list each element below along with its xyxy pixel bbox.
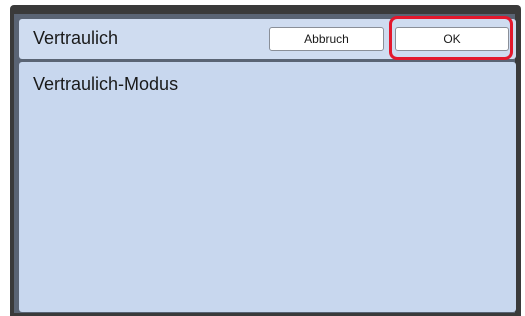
content-panel: Vertraulich-Modus [19, 62, 516, 312]
cancel-button[interactable]: Abbruch [269, 27, 384, 51]
ok-button[interactable]: OK [395, 27, 509, 51]
dialog-title-bar: Vertraulich Abbruch OK [19, 19, 516, 59]
mode-label: Vertraulich-Modus [33, 74, 179, 94]
dialog-title: Vertraulich [33, 28, 119, 48]
